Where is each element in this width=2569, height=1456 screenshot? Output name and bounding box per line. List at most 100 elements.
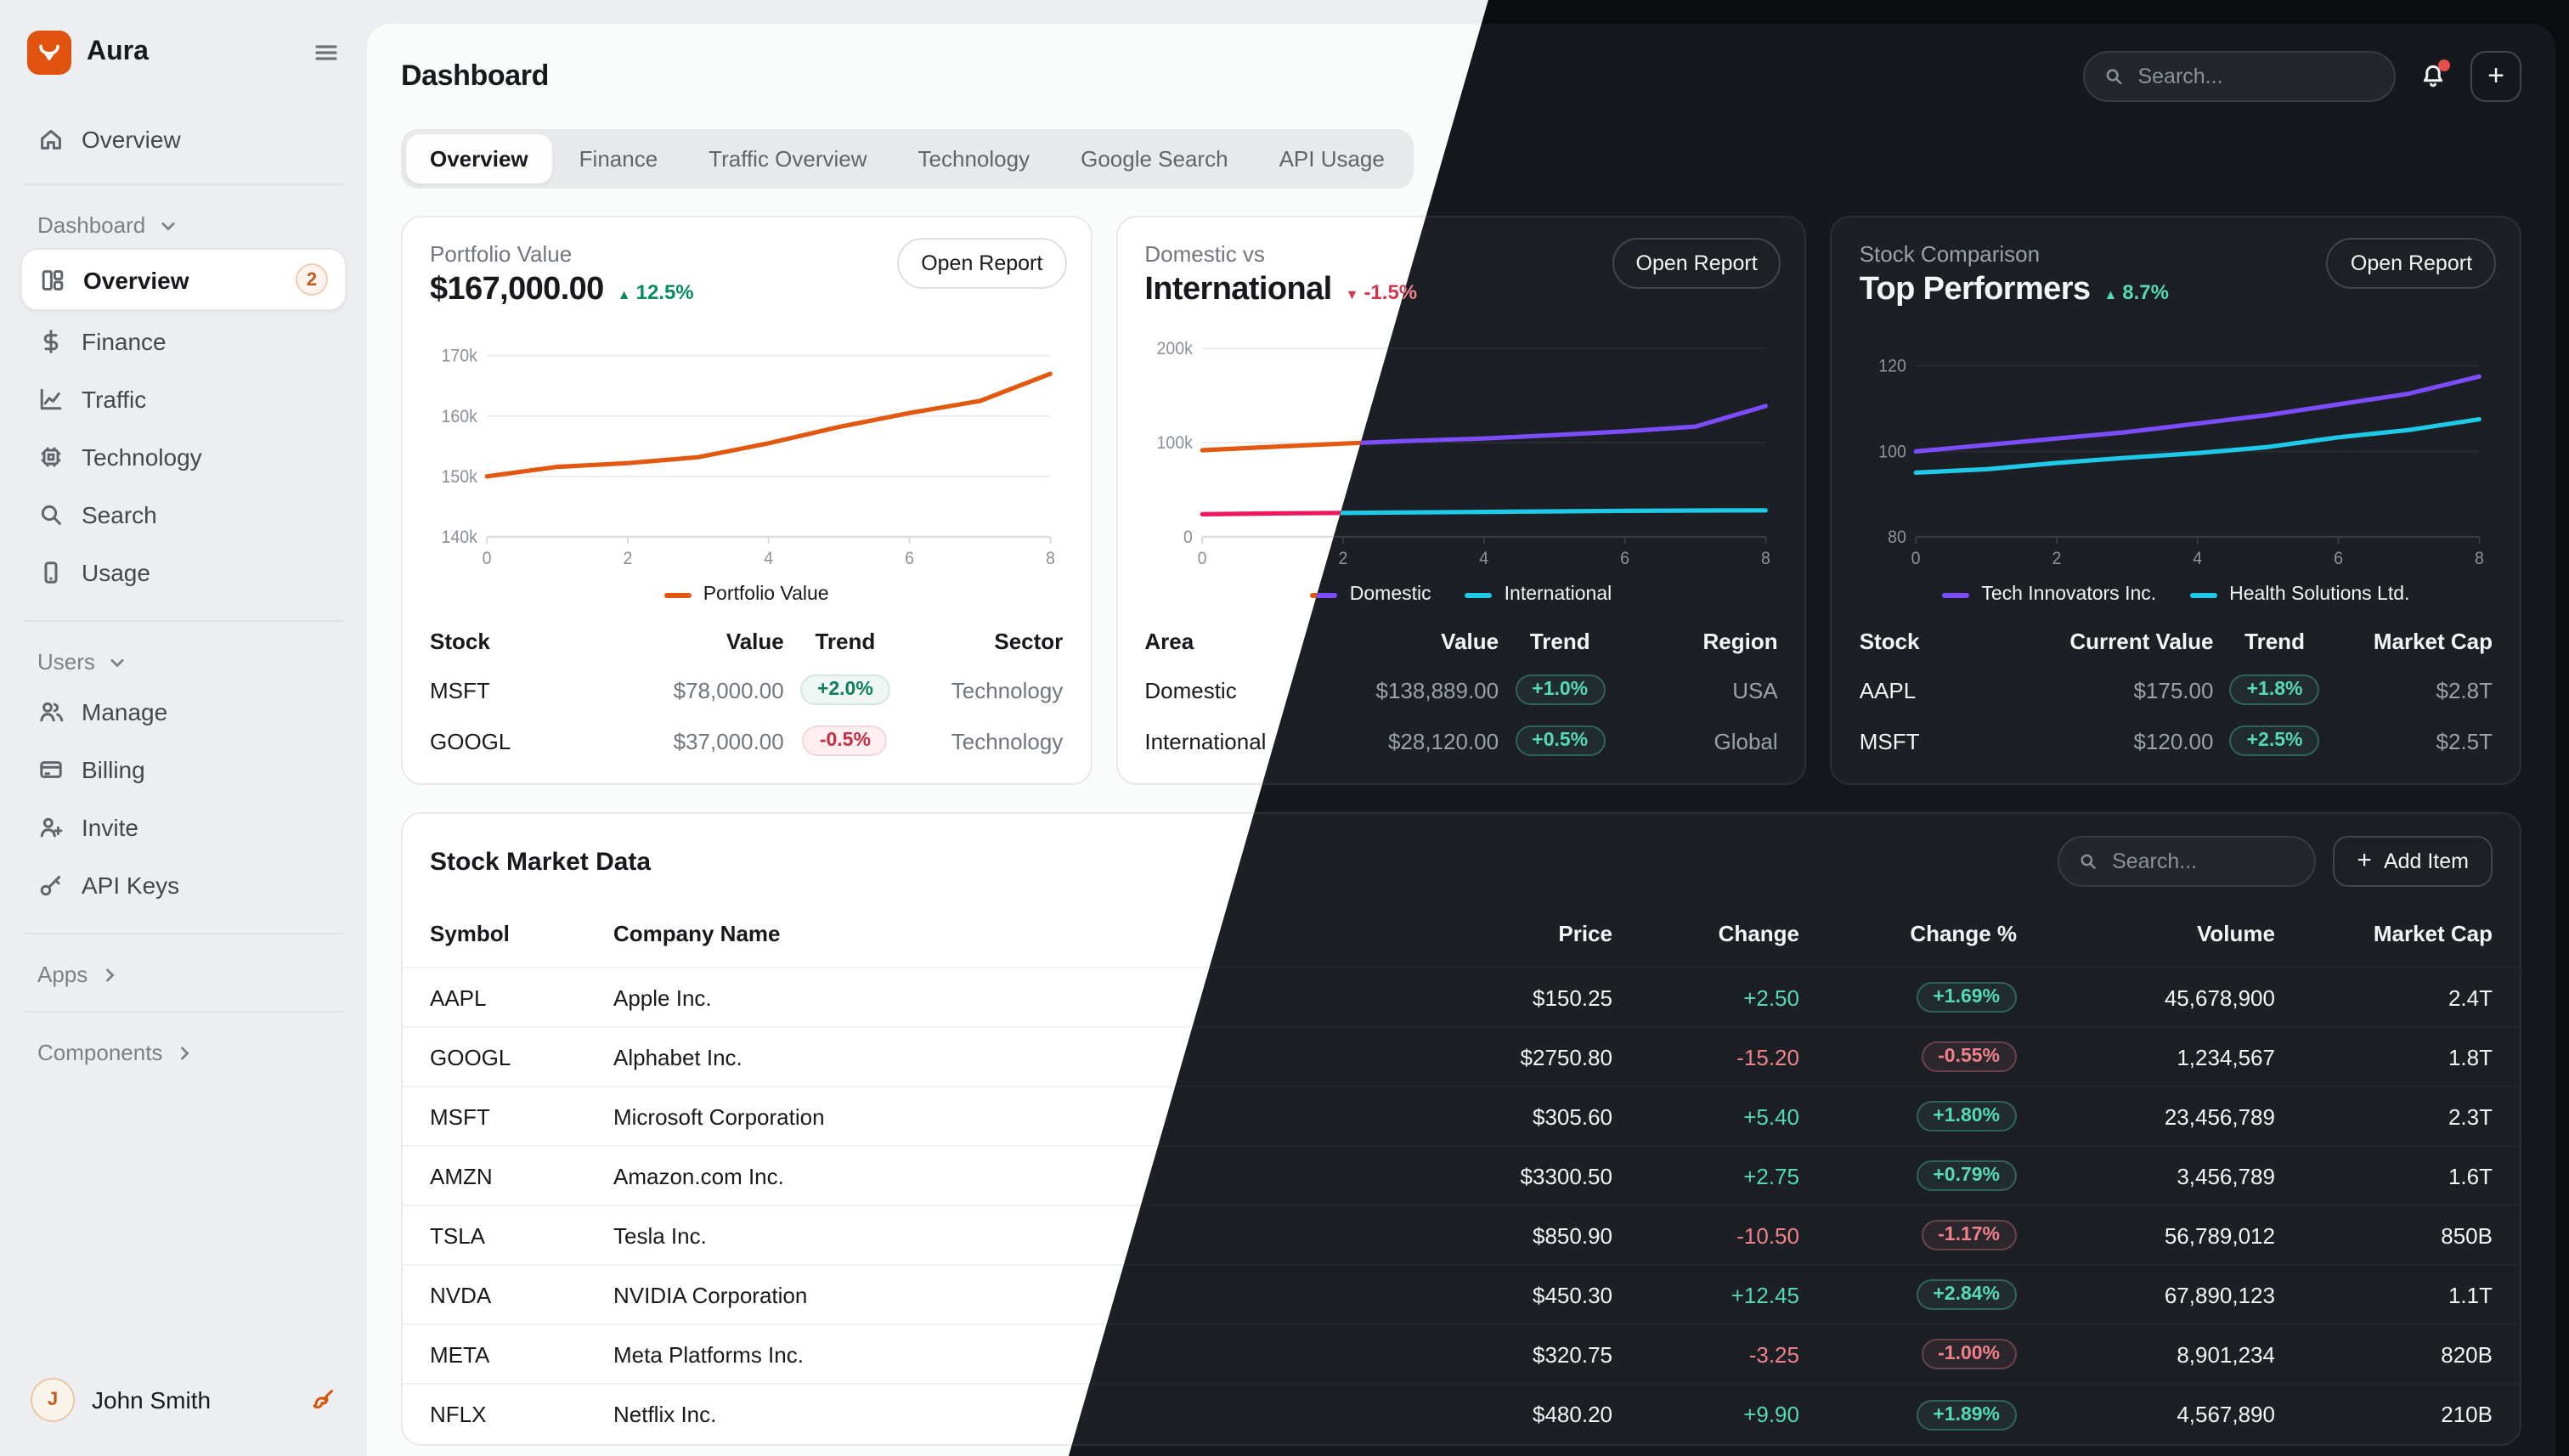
top-actions xyxy=(2083,51,2521,102)
change-pct-pill: -1.00% xyxy=(1921,1339,2017,1369)
page-title: Dashboard xyxy=(401,59,549,93)
avatar: J xyxy=(31,1378,75,1422)
svg-text:0: 0 xyxy=(1197,549,1206,568)
tab-technology[interactable]: Technology xyxy=(895,134,1054,183)
trend-delta: 12.5% xyxy=(618,280,694,304)
tab-traffic-overview[interactable]: Traffic Overview xyxy=(685,134,890,183)
card-table: Stock Current Value Trend Market Cap AAP… xyxy=(1860,618,2493,766)
sidebar-section-users-label[interactable]: Users xyxy=(20,639,347,681)
open-report-button[interactable]: Open Report xyxy=(1612,238,1781,289)
svg-text:120: 120 xyxy=(1879,357,1907,376)
change-pct-pill: +2.84% xyxy=(1916,1279,2017,1310)
card-value: $167,000.00 xyxy=(430,272,604,309)
svg-text:170k: 170k xyxy=(441,347,477,366)
col-header: Sector xyxy=(906,629,1063,654)
market-table-title: Stock Market Data xyxy=(430,847,651,876)
chart-legend: Portfolio Value xyxy=(430,584,1063,605)
chart-legend: Tech Innovators Inc. Health Solutions Lt… xyxy=(1860,584,2493,605)
card-value: International xyxy=(1144,272,1331,309)
sidebar-section-apps[interactable]: Apps xyxy=(20,951,347,994)
add-new-button[interactable] xyxy=(2470,51,2521,102)
trend-pill: +2.5% xyxy=(2230,725,2320,756)
sidebar-group-dashboard: Overview 2 Finance Traffic Technology xyxy=(20,245,347,603)
sidebar-section-dashboard-label[interactable]: Dashboard xyxy=(20,202,347,245)
sidebar-item-invite[interactable]: Invite xyxy=(20,800,347,855)
trend-pill: +0.5% xyxy=(1515,725,1605,756)
svg-text:100: 100 xyxy=(1879,443,1907,462)
svg-text:150k: 150k xyxy=(441,467,477,487)
sidebar-item-label: Overview xyxy=(82,126,181,153)
aura-logo-icon xyxy=(27,31,71,75)
table-row: GOOGL $37,000.00 -0.5% Technology xyxy=(430,715,1063,766)
sidebar-item-label: Usage xyxy=(82,559,150,586)
global-search[interactable] xyxy=(2083,51,2396,102)
col-header: Stock xyxy=(430,629,579,654)
legend-swatch xyxy=(2190,592,2217,597)
sidebar-item-traffic[interactable]: Traffic xyxy=(20,372,347,426)
table-search-input[interactable] xyxy=(2112,849,2295,873)
change-pct-pill: +1.89% xyxy=(1916,1399,2017,1430)
table-search[interactable] xyxy=(2058,836,2316,887)
global-search-input[interactable] xyxy=(2137,65,2375,88)
divider xyxy=(24,620,343,622)
open-report-button[interactable]: Open Report xyxy=(897,238,1066,289)
svg-text:8: 8 xyxy=(2476,549,2485,568)
change-pct-pill: +0.79% xyxy=(1916,1160,2017,1191)
change-pct-pill: -1.17% xyxy=(1921,1220,2017,1250)
sidebar-item-overview-active[interactable]: Overview 2 xyxy=(20,248,347,311)
col-header: Area xyxy=(1144,629,1294,654)
chevron-right-icon xyxy=(98,962,121,986)
legend-label: Health Solutions Ltd. xyxy=(2229,584,2409,605)
svg-text:100k: 100k xyxy=(1156,434,1193,454)
sidebar-item-technology[interactable]: Technology xyxy=(20,430,347,484)
divider xyxy=(24,933,343,934)
brand-name: Aura xyxy=(87,37,149,68)
col-header-change-pct: Change % xyxy=(1799,921,2017,946)
sidebar-item-search[interactable]: Search xyxy=(20,488,347,542)
sidebar-group-users: Manage Billing Invite API Keys xyxy=(20,681,347,916)
add-item-button[interactable]: Add Item xyxy=(2333,836,2493,887)
tab-google-search[interactable]: Google Search xyxy=(1057,134,1251,183)
legend-swatch xyxy=(1942,592,1969,597)
col-header-market-cap: Market Cap xyxy=(2275,921,2493,946)
svg-text:0: 0 xyxy=(483,549,492,568)
tab-finance[interactable]: Finance xyxy=(556,134,682,183)
sidebar-item-label: Overview xyxy=(83,266,189,293)
sidebar-item-overview[interactable]: Overview xyxy=(20,112,347,166)
search-icon xyxy=(37,501,65,528)
divider xyxy=(24,183,343,185)
trend-pill: +1.8% xyxy=(2230,674,2320,705)
user-name: John Smith xyxy=(92,1386,211,1414)
sidebar-item-finance[interactable]: Finance xyxy=(20,314,347,369)
open-report-button[interactable]: Open Report xyxy=(2327,238,2496,289)
layout-grid-icon xyxy=(39,266,66,293)
svg-text:6: 6 xyxy=(905,549,914,568)
svg-text:6: 6 xyxy=(1620,549,1629,568)
sidebar-item-api-keys[interactable]: API Keys xyxy=(20,858,347,912)
user-menu[interactable]: J John Smith xyxy=(20,1368,347,1432)
svg-text:8: 8 xyxy=(1046,549,1055,568)
menu-toggle-icon[interactable] xyxy=(313,39,340,66)
change-pct-pill: +1.69% xyxy=(1916,982,2017,1013)
notifications-bell-icon[interactable] xyxy=(2419,63,2447,90)
chevron-down-icon xyxy=(155,213,179,237)
card-table: Stock Value Trend Sector MSFT $78,000.00… xyxy=(430,618,1063,766)
credit-card-icon xyxy=(37,756,65,783)
sidebar-item-label: Billing xyxy=(82,756,145,783)
theme-paintbrush-icon[interactable] xyxy=(309,1386,336,1414)
sidebar-section-components[interactable]: Components xyxy=(20,1030,347,1072)
portfolio-line-chart: 140k150k160k170k02468 xyxy=(430,330,1063,581)
sidebar-item-billing[interactable]: Billing xyxy=(20,742,347,797)
tab-api-usage[interactable]: API Usage xyxy=(1256,134,1409,183)
col-header: Value xyxy=(579,629,783,654)
divider xyxy=(24,1011,343,1013)
tab-overview[interactable]: Overview xyxy=(406,134,552,183)
sidebar-item-usage[interactable]: Usage xyxy=(20,545,347,600)
col-header-symbol: Symbol xyxy=(430,921,613,946)
trend-pill: -0.5% xyxy=(803,725,888,756)
col-header: Region xyxy=(1621,629,1777,654)
svg-text:0: 0 xyxy=(1183,528,1192,547)
sidebar-item-manage[interactable]: Manage xyxy=(20,685,347,739)
users-icon xyxy=(37,698,65,725)
change-pct-pill: -0.55% xyxy=(1921,1041,2017,1072)
